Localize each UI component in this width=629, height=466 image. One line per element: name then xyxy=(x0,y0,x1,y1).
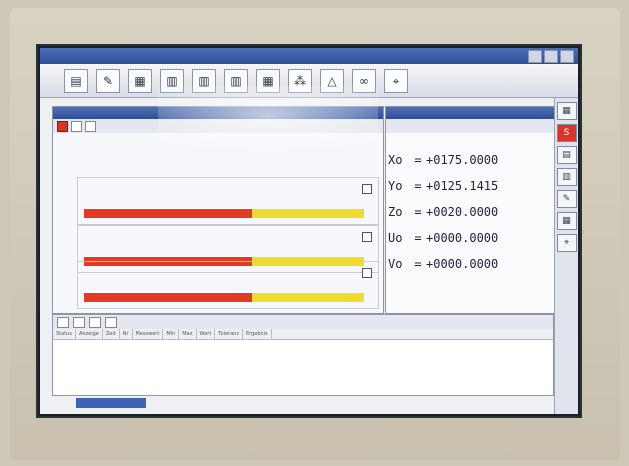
minimize-button[interactable] xyxy=(528,50,542,63)
coord-value: +0125.1415 xyxy=(426,179,499,193)
tool-icon[interactable] xyxy=(57,316,69,328)
column-header[interactable]: Min xyxy=(163,329,180,339)
list-toolbar xyxy=(53,315,553,329)
tool-icon[interactable] xyxy=(71,120,82,132)
column-header[interactable]: Wert xyxy=(197,329,216,339)
close-button[interactable] xyxy=(560,50,574,63)
equals-sign: = xyxy=(414,153,422,167)
probe-icon[interactable]: ⌖ xyxy=(384,68,408,93)
coord-titlebar xyxy=(386,107,554,119)
column-header[interactable]: Zeit xyxy=(103,329,120,339)
coord-value: +0175.0000 xyxy=(426,153,499,167)
sidebar-icon-active[interactable]: S xyxy=(556,124,577,142)
measurement-group-3 xyxy=(77,261,379,309)
tool-icon[interactable] xyxy=(105,316,117,328)
coord-row: Xo = +0175.0000 xyxy=(386,147,554,173)
column-header[interactable]: Ergebnis xyxy=(243,329,272,339)
equals-sign: = xyxy=(414,179,422,193)
status-tab[interactable] xyxy=(76,398,146,408)
column-header[interactable]: Max xyxy=(179,329,197,339)
column-header[interactable]: Anzeige xyxy=(76,329,103,339)
column-header[interactable]: Toleranz xyxy=(215,329,243,339)
progress-bar-1 xyxy=(84,209,364,218)
group-checkbox[interactable] xyxy=(362,184,372,194)
stop-icon[interactable] xyxy=(57,120,68,132)
coord-row: Zo = +0020.0000 xyxy=(386,199,554,225)
coord-value: +0000.0000 xyxy=(426,257,499,271)
maximize-button[interactable] xyxy=(544,50,558,63)
bar-yellow-segment xyxy=(252,209,364,218)
screen: ▤ ✎ ▦ ▥ ▥ ▥ ▦ ⁂ △ ∞ ⌖ Xo = +0175.0000 Yo… xyxy=(36,44,582,418)
sidebar-icon[interactable]: ▦ xyxy=(556,102,577,120)
coord-label: Uo xyxy=(388,231,403,245)
pencil-icon[interactable]: ✎ xyxy=(96,68,120,93)
group-checkbox[interactable] xyxy=(362,232,372,242)
list-header: Status Anzeige Zeit Nr Messwert Min Max Wert Tol… xyxy=(53,329,553,340)
sidebar-icon[interactable]: ✎ xyxy=(556,190,577,208)
window-titlebar xyxy=(40,48,578,64)
equals-sign: = xyxy=(414,231,422,245)
column-header[interactable]: Status xyxy=(53,329,76,339)
screen-glare xyxy=(158,86,378,146)
measurement-group-1 xyxy=(77,177,379,225)
folder-icon[interactable]: ▤ xyxy=(64,68,88,93)
right-sidebar: ▦ S ▤ ▥ ✎ ▦ ⌖ xyxy=(554,98,578,414)
coord-row: Vo = +0000.0000 xyxy=(386,251,554,277)
sidebar-icon[interactable]: ▥ xyxy=(556,168,577,186)
column-header[interactable]: Messwert xyxy=(133,329,164,339)
tool-icon[interactable] xyxy=(73,316,85,328)
column-header[interactable]: Nr xyxy=(120,329,133,339)
group-checkbox[interactable] xyxy=(362,268,372,278)
equals-sign: = xyxy=(414,257,422,271)
coord-label: Yo xyxy=(388,179,403,193)
coord-row: Yo = +0125.1415 xyxy=(386,173,554,199)
coordinates-panel: Xo = +0175.0000 Yo = +0125.1415 Zo = +0020.0000 U… xyxy=(385,106,555,314)
coord-label: Xo xyxy=(388,153,403,167)
bar-red-segment xyxy=(84,209,252,218)
bar-yellow-segment xyxy=(252,293,364,302)
progress-bar-3 xyxy=(84,293,364,302)
chart-icon[interactable]: ▦ xyxy=(128,68,152,93)
coord-value: +0000.0000 xyxy=(426,231,499,245)
coord-label: Vo xyxy=(388,257,403,271)
sidebar-icon[interactable]: ⌖ xyxy=(556,234,577,252)
bar-red-segment xyxy=(84,293,252,302)
sidebar-icon[interactable]: ▦ xyxy=(556,212,577,230)
results-list: Status Anzeige Zeit Nr Messwert Min Max Wert Tol… xyxy=(52,314,554,396)
coord-toolbar xyxy=(386,119,554,133)
coord-label: Zo xyxy=(388,205,403,219)
coord-value: +0020.0000 xyxy=(426,205,499,219)
tool-icon[interactable] xyxy=(85,120,96,132)
coord-rows: Xo = +0175.0000 Yo = +0125.1415 Zo = +0020.0000 U… xyxy=(386,147,554,277)
tool-icon[interactable] xyxy=(89,316,101,328)
sidebar-icon[interactable]: ▤ xyxy=(556,146,577,164)
equals-sign: = xyxy=(414,205,422,219)
coord-row: Uo = +0000.0000 xyxy=(386,225,554,251)
